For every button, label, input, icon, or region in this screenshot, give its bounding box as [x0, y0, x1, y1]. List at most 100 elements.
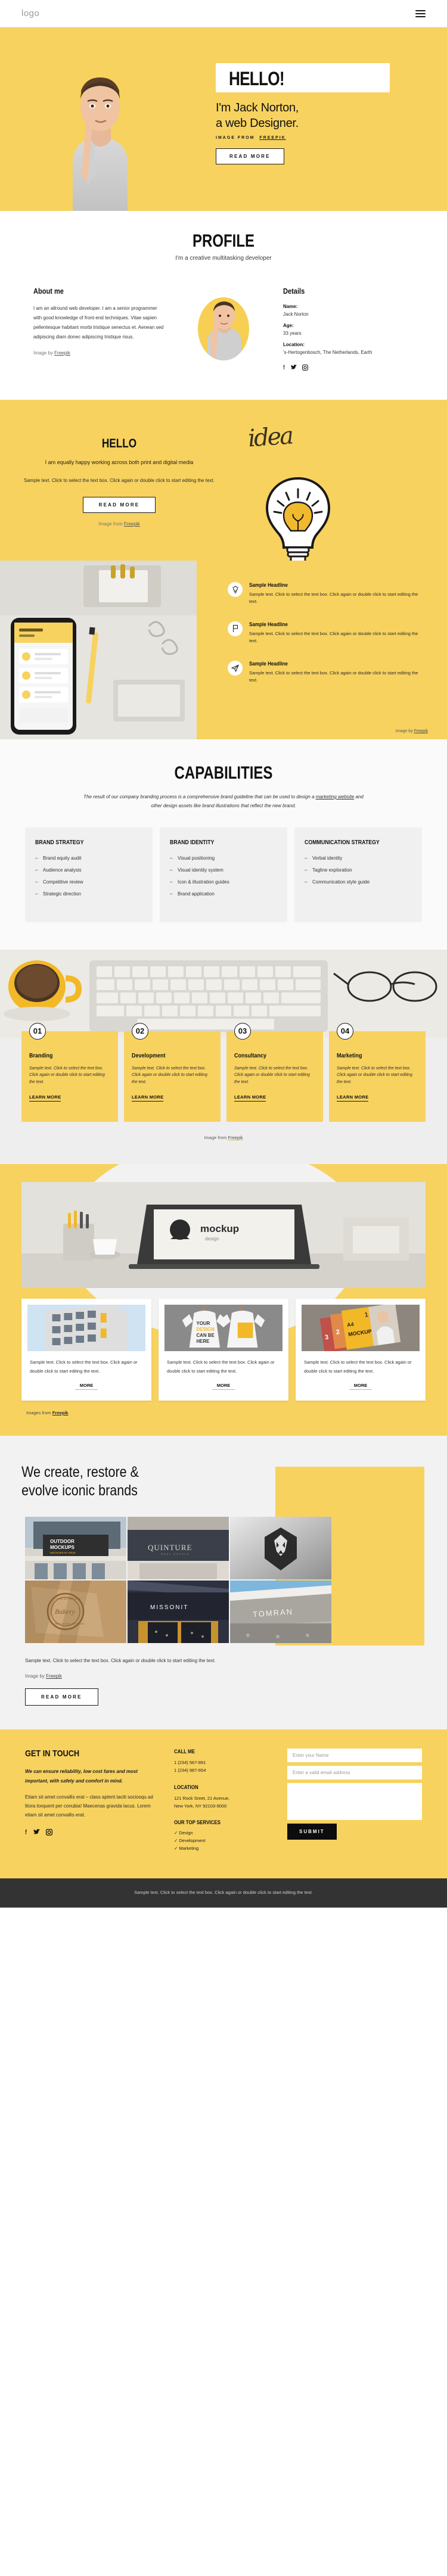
brands-body-text: Sample text. Click to select the text bo…: [25, 1658, 216, 1664]
feature-item: Sample Headline Sample text. Click to se…: [228, 582, 424, 606]
lightbulb-icon: [265, 477, 331, 565]
footer-section: GET IN TOUCH We can ensure reliability, …: [0, 1729, 447, 1879]
twitter-icon[interactable]: [290, 365, 297, 372]
gallery-item[interactable]: QUINTURE REAL ESTATE: [128, 1517, 229, 1580]
service-card: 02 Development Sample text. Click to sel…: [124, 1022, 221, 1122]
features-credit-link[interactable]: Freepik: [414, 729, 428, 733]
about-me-text: I am an allround web developer. I am a s…: [33, 306, 164, 340]
capability-list-item: Brand equity audit: [35, 855, 142, 861]
hero-headline-line2: a web Designer.: [216, 117, 299, 130]
capability-card-title: BRAND STRATEGY: [35, 839, 84, 846]
svg-text:QUINTURE: QUINTURE: [148, 1543, 192, 1552]
service-card-number: 04: [337, 1022, 353, 1040]
capability-list-item: Visual positioning: [170, 855, 277, 861]
hero-credit-link[interactable]: FREEPIK: [259, 136, 285, 140]
feature-text: Sample text. Click to select the text bo…: [249, 592, 418, 605]
site-logo[interactable]: logo: [21, 8, 39, 18]
hero-headline-line1: I'm Jack Norton,: [216, 101, 299, 115]
service-card-title: Development: [132, 1052, 166, 1059]
hero-read-more-button[interactable]: READ MORE: [216, 148, 284, 165]
facebook-icon[interactable]: f: [25, 1829, 27, 1837]
twitter-icon[interactable]: [33, 1829, 41, 1837]
hamburger-menu-icon[interactable]: [415, 10, 426, 17]
email-input[interactable]: [287, 1766, 422, 1780]
svg-text:HERE: HERE: [196, 1339, 209, 1344]
feature-title: Sample Headline: [249, 621, 288, 627]
capability-card-title: COMMUNICATION STRATEGY: [305, 839, 380, 846]
service-learn-more-link[interactable]: LEARN MORE: [337, 1094, 369, 1102]
footer-address-line1: 121 Rock Sreet, 21 Avenue,: [174, 1795, 230, 1801]
footer-lead-text: We can ensure reliability, low cost fare…: [25, 1769, 138, 1784]
mockup-more-link[interactable]: MORE: [75, 1383, 98, 1390]
svg-text:REAL ESTATE: REAL ESTATE: [161, 1553, 190, 1555]
gallery-item[interactable]: [230, 1517, 331, 1580]
mockup-card-text: Sample text. Click to select the text bo…: [30, 1359, 138, 1374]
landing-page: logo HELLO! I'm Jack Norton, a web Desig…: [0, 0, 447, 1908]
instagram-icon[interactable]: [45, 1829, 53, 1837]
mockups-credit-link[interactable]: Freepik: [52, 1410, 69, 1415]
services-credit-link[interactable]: Freepik: [228, 1135, 243, 1140]
mockup-card-image: YOUR DESIGN CAN BE HERE: [164, 1305, 283, 1352]
mockup-card-text: Sample text. Click to select the text bo…: [304, 1359, 412, 1374]
submit-button[interactable]: SUBMIT: [287, 1824, 337, 1840]
footer-bottom-bar: Sample text. Click to select the text bo…: [0, 1878, 447, 1908]
footer-social-links: f: [25, 1829, 162, 1837]
brands-read-more-button[interactable]: READ MORE: [25, 1688, 98, 1706]
hello-read-more-button[interactable]: READ MORE: [82, 496, 156, 513]
brands-credit-link[interactable]: Freepik: [46, 1673, 62, 1679]
capabilities-lead-link[interactable]: marketing website: [316, 794, 354, 799]
mockups-credit-prefix: Images from: [26, 1410, 51, 1415]
feature-title: Sample Headline: [249, 660, 288, 667]
profile-columns: About me I am an allround web developer.…: [0, 287, 447, 372]
feature-body: Sample Headline Sample text. Click to se…: [249, 661, 424, 685]
mockup-more-link[interactable]: MORE: [349, 1383, 372, 1390]
footer-contact-column: CALL ME 1 (234) 567-891 1 (234) 987-654 …: [174, 1749, 275, 1853]
gallery-item[interactable]: Bakery YOUR SLOGAN HERE BEST STORE LOCAT…: [25, 1581, 126, 1644]
footer-services-list: Design Development Marketing: [174, 1830, 275, 1851]
detail-value: Jack Norton: [283, 312, 309, 317]
about-credit-link[interactable]: Freepik: [54, 350, 70, 356]
name-input[interactable]: [287, 1749, 422, 1763]
hello-lead-text: I am equally happy working across both p…: [45, 459, 194, 465]
gallery-item[interactable]: MISSONIT: [128, 1581, 229, 1644]
gallery-item[interactable]: OUTDOOR MOCKUPS MOCKUPS IN YOUR: [25, 1517, 126, 1580]
feature-text: Sample text. Click to select the text bo…: [249, 670, 418, 683]
svg-text:CAN BE: CAN BE: [196, 1333, 214, 1338]
detail-key: Name:: [283, 304, 298, 309]
service-card-text: Sample text. Click to select the text bo…: [29, 1066, 105, 1085]
profile-avatar-column: [170, 287, 277, 360]
footer-about-column: GET IN TOUCH We can ensure reliability, …: [25, 1749, 162, 1853]
capability-list-item: Verbal identity: [305, 855, 412, 861]
feature-item: Sample Headline Sample text. Click to se…: [228, 660, 424, 685]
detail-item: Name: Jack Norton: [283, 304, 414, 317]
capability-card-list: Verbal identity Tagline exploration Comm…: [305, 855, 412, 885]
idea-illustration-column: idea: [221, 422, 447, 565]
profile-subtitle: I'm a creative multitasking developer: [175, 255, 272, 262]
service-learn-more-link[interactable]: LEARN MORE: [132, 1094, 164, 1102]
mockup-card-image: A4 MOCKUP 3 2 1: [302, 1305, 420, 1352]
about-me-column: About me I am an allround web developer.…: [33, 287, 164, 356]
service-learn-more-link[interactable]: LEARN MORE: [234, 1094, 266, 1102]
svg-text:Bakery: Bakery: [55, 1607, 76, 1616]
message-textarea[interactable]: [287, 1783, 422, 1821]
gallery-item[interactable]: TOMRAN: [230, 1581, 331, 1644]
instagram-icon[interactable]: [302, 364, 308, 372]
brands-image-credit: Image by Freepik: [0, 1665, 447, 1679]
brands-gallery: OUTDOOR MOCKUPS MOCKUPS IN YOUR QUINTURE…: [25, 1517, 447, 1644]
service-card-text: Sample text. Click to select the text bo…: [337, 1066, 412, 1085]
service-learn-more-link[interactable]: LEARN MORE: [29, 1094, 61, 1102]
profile-avatar: [198, 297, 249, 360]
feature-item: Sample Headline Sample text. Click to se…: [228, 621, 424, 645]
capability-list-item: Communication style guide: [305, 879, 412, 885]
service-card: 04 Marketing Sample text. Click to selec…: [329, 1022, 426, 1122]
footer-phone-1[interactable]: 1 (234) 567-891: [174, 1759, 275, 1767]
footer-phone-2[interactable]: 1 (234) 987-654: [174, 1767, 275, 1775]
feature-list: Sample Headline Sample text. Click to se…: [228, 582, 424, 699]
facebook-icon[interactable]: f: [283, 365, 285, 372]
svg-text:YOUR: YOUR: [196, 1321, 210, 1326]
svg-text:BEST STORE LOCATIONS: BEST STORE LOCATIONS: [55, 1622, 84, 1625]
mockup-more-link[interactable]: MORE: [212, 1383, 235, 1390]
laptop-mockup-image: mockup design: [21, 1182, 426, 1289]
hello-credit-link[interactable]: Freepik: [124, 521, 140, 527]
service-card-title: Consultancy: [234, 1052, 267, 1059]
